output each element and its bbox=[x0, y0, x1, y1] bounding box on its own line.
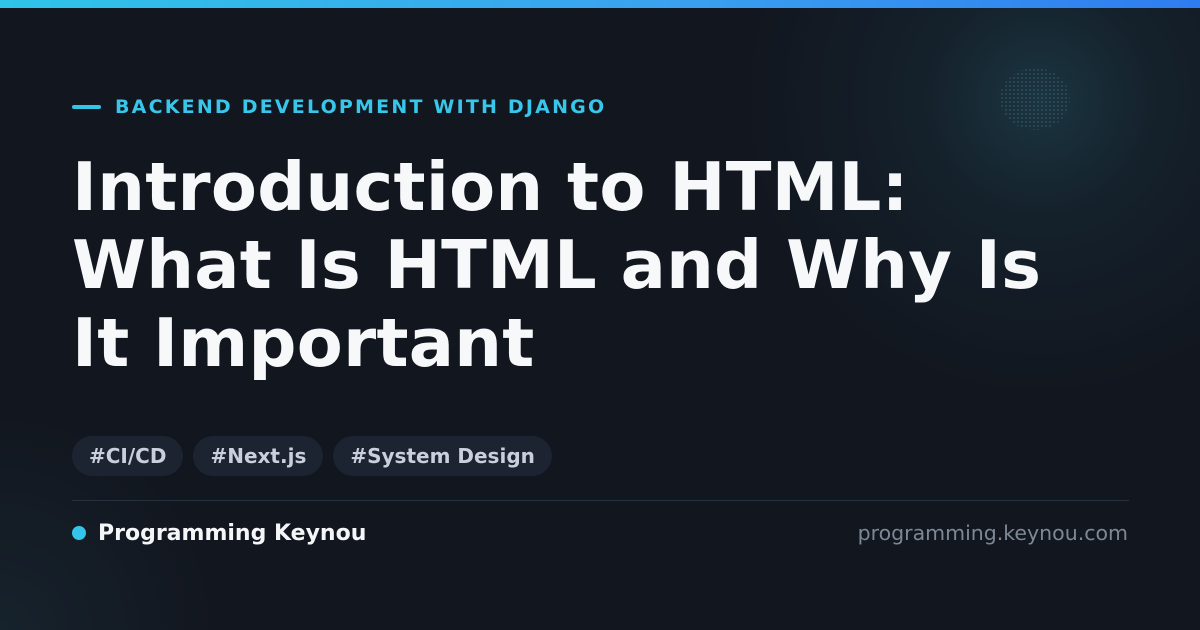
tag-next-js: #Next.js bbox=[193, 436, 324, 476]
title-line-3: It Important bbox=[72, 304, 535, 382]
brand-dot-icon bbox=[72, 526, 86, 540]
category-dash-icon bbox=[72, 105, 101, 109]
footer-divider bbox=[72, 500, 1129, 501]
tag-ci-cd: #CI/CD bbox=[72, 436, 184, 476]
title-line-1: Introduction to HTML: bbox=[72, 148, 909, 226]
brand-name: Programming Keynou bbox=[98, 520, 367, 546]
title-line-2: What Is HTML and Why Is bbox=[72, 226, 1042, 304]
article-title: Introduction to HTML: What Is HTML and W… bbox=[72, 148, 1132, 382]
brand: Programming Keynou bbox=[72, 519, 366, 547]
category-label: BACKEND DEVELOPMENT WITH DJANGO bbox=[115, 96, 607, 118]
top-accent-bar bbox=[0, 0, 1200, 8]
dot-pattern-decoration bbox=[1000, 68, 1070, 130]
site-url: programming.keynou.com bbox=[857, 521, 1128, 545]
category-header: BACKEND DEVELOPMENT WITH DJANGO bbox=[72, 96, 606, 118]
tag-system-design: #System Design bbox=[333, 436, 552, 476]
tag-list: #CI/CD #Next.js #System Design bbox=[72, 436, 552, 476]
